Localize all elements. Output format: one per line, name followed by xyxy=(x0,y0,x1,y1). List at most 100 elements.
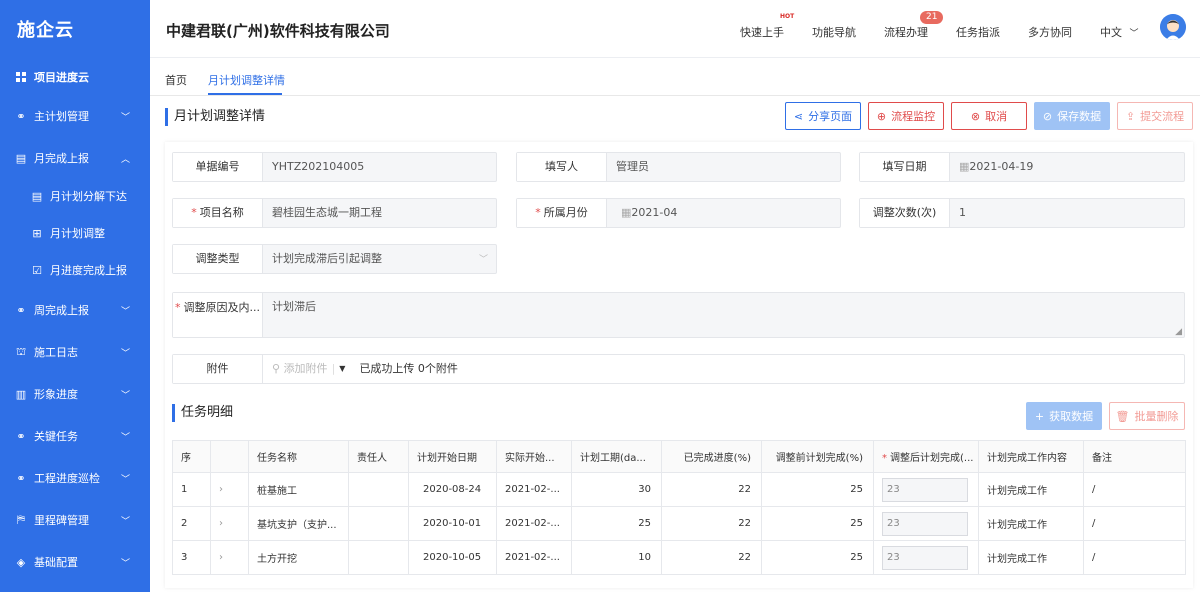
sidebar-item-milestone[interactable]: ⛿ 里程碑管理 ﹀ xyxy=(0,502,150,538)
sidebar-item-monthly-progress-report[interactable]: ☑ 月进度完成上报 xyxy=(0,252,150,288)
sidebar-item-inspection[interactable]: ⚭ 工程进度巡检 ﹀ xyxy=(0,460,150,496)
plus-icon: + xyxy=(1034,409,1045,423)
reason-field[interactable]: * 调整原因及内... 计划滞后 ◢ xyxy=(172,292,1185,338)
org-icon: ⚭ xyxy=(16,429,26,443)
chevron-down-icon: ﹀ xyxy=(120,348,130,359)
nav-func-nav[interactable]: 功能导航 xyxy=(812,24,856,40)
fetch-data-button[interactable]: + 获取数据 xyxy=(1026,402,1102,430)
expand-icon[interactable]: › xyxy=(210,506,249,541)
chevron-down-icon: ﹀ xyxy=(478,255,488,265)
cell-done: 22 xyxy=(661,540,762,575)
fetch-label: 获取数据 xyxy=(1049,410,1094,423)
topbar: 中建君联(广州)软件科技有限公司 HOT 快速上手 功能导航 21 流程办理 任… xyxy=(150,0,1200,58)
monitor-label: 流程监控 xyxy=(891,110,936,123)
table-row[interactable]: 3 › 土方开挖 2020-10-05 2021-02-... 10 22 25… xyxy=(172,540,1186,575)
adjust-count-field: 调整次数(次) 1 xyxy=(859,198,1185,228)
expand-icon[interactable]: › xyxy=(210,472,249,507)
resize-handle-icon[interactable]: ◢ xyxy=(1175,327,1182,337)
cell-remark: / xyxy=(1083,506,1186,541)
language-select[interactable]: 中文 ﹀ xyxy=(1100,24,1139,40)
add-attachment-button[interactable]: ⚲ 添加附件 xyxy=(272,355,328,383)
attachment-field: 附件 ⚲ 添加附件 | ▼ 已成功上传 0个附件 xyxy=(172,354,1185,384)
org-icon: ⚭ xyxy=(16,109,26,123)
adjust-type-select[interactable]: 调整类型 计划完成滞后引起调整 ﹀ xyxy=(172,244,497,274)
upload-icon: ⇪ xyxy=(1125,109,1136,123)
table-row[interactable]: 1 › 桩基施工 2020-08-24 2021-02-... 30 22 25… xyxy=(172,472,1186,507)
tab-adjust-detail[interactable]: 月计划调整详情 xyxy=(208,72,285,88)
after-input[interactable]: 23 xyxy=(882,511,968,536)
project-field[interactable]: * 项目名称 碧桂园生态城一期工程 xyxy=(172,198,497,228)
share-button[interactable]: ⋖ 分享页面 xyxy=(785,102,861,130)
cancel-button[interactable]: ⊗ 取消 xyxy=(951,102,1027,130)
sidebar-item-label: 月计划分解下达 xyxy=(50,190,127,203)
sidebar-item-project-progress[interactable]: 项目进度云 xyxy=(0,59,150,95)
after-input[interactable]: 23 xyxy=(882,545,968,570)
check-circle-icon: ⊘ xyxy=(1042,109,1053,123)
col-header: * 调整后计划完成(... xyxy=(873,440,979,473)
reason-value[interactable]: 计划滞后 xyxy=(263,293,1184,337)
sidebar: 施企云 项目进度云 ⚭ 主计划管理 ﹀ ▤ 月完成上报 ︿ ▤ 月计划分解下达 … xyxy=(0,0,150,592)
nav-quick-start[interactable]: 快速上手 xyxy=(740,24,784,40)
sidebar-item-base-config[interactable]: ◈ 基础配置 ﹀ xyxy=(0,544,150,580)
cell-no: 1 xyxy=(172,472,211,507)
filler-field: 填写人 管理员 xyxy=(516,152,841,182)
chevron-down-icon: ﹀ xyxy=(120,306,130,317)
adjust-type-label: 调整类型 xyxy=(173,245,263,273)
sidebar-item-monthly-decompose[interactable]: ▤ 月计划分解下达 xyxy=(0,178,150,214)
sidebar-item-monthly-adjust[interactable]: ⊞ 月计划调整 xyxy=(0,215,150,251)
submit-label: 提交流程 xyxy=(1140,110,1185,123)
nav-collab[interactable]: 多方协同 xyxy=(1028,24,1072,40)
attachment-label: 附件 xyxy=(173,355,263,383)
tab-home[interactable]: 首页 xyxy=(165,72,187,88)
nav-process[interactable]: 流程办理 xyxy=(884,24,928,40)
company-name: 中建君联(广州)软件科技有限公司 xyxy=(166,22,390,40)
avatar[interactable] xyxy=(1160,14,1186,40)
sidebar-item-master-plan[interactable]: ⚭ 主计划管理 ﹀ xyxy=(0,98,150,134)
sidebar-item-key-tasks[interactable]: ⚭ 关键任务 ﹀ xyxy=(0,418,150,454)
form-card: 单据编号 YHTZ202104005 填写人 管理员 填写日期 ▦2021-04… xyxy=(165,142,1193,588)
required-mark: * xyxy=(882,453,887,464)
batch-delete-button[interactable]: 🗑 批量删除 xyxy=(1109,402,1185,430)
document-icon: ▤ xyxy=(15,151,27,165)
adjust-count-label: 调整次数(次) xyxy=(860,199,950,227)
cell-no: 2 xyxy=(172,506,211,541)
chevron-down-icon: ﹀ xyxy=(120,112,130,123)
monitor-button[interactable]: ⊕ 流程监控 xyxy=(868,102,944,130)
save-button[interactable]: ⊘ 保存数据 xyxy=(1034,102,1110,130)
adjust-type-value: 计划完成滞后引起调整 xyxy=(272,252,382,265)
cell-after: 23 xyxy=(873,540,979,575)
caret-down-icon[interactable]: ▼ xyxy=(339,355,345,383)
fill-date-label: 填写日期 xyxy=(860,153,950,181)
cell-plan-start: 2020-10-05 xyxy=(408,540,497,575)
chevron-down-icon: ﹀ xyxy=(120,516,130,527)
reason-label-text: 调整原因及内... xyxy=(183,301,261,314)
after-input[interactable]: 23 xyxy=(882,477,968,502)
cell-before: 25 xyxy=(761,472,874,507)
sidebar-item-construction-log[interactable]: ⛫ 施工日志 ﹀ xyxy=(0,334,150,370)
divider: | xyxy=(331,362,336,375)
cell-duration: 10 xyxy=(571,540,662,575)
add-attachment-label: 添加附件 xyxy=(283,362,328,375)
share-icon: ⋖ xyxy=(793,109,804,123)
cell-done: 22 xyxy=(661,472,762,507)
col-header: 备注 xyxy=(1083,440,1186,473)
reason-label: * 调整原因及内... xyxy=(173,293,263,337)
submit-button[interactable]: ⇪ 提交流程 xyxy=(1117,102,1193,130)
nav-task-assign[interactable]: 任务指派 xyxy=(956,24,1000,40)
cell-remark: / xyxy=(1083,540,1186,575)
expand-icon[interactable]: › xyxy=(210,540,249,575)
batch-delete-label: 批量删除 xyxy=(1134,410,1179,423)
sidebar-item-weekly-report[interactable]: ⚭ 周完成上报 ﹀ xyxy=(0,292,150,328)
sidebar-item-label: 形象进度 xyxy=(34,388,78,401)
col-header: 计划工期(da... xyxy=(571,440,662,473)
filler-label: 填写人 xyxy=(517,153,607,181)
month-field[interactable]: * 所属月份 ▦2021-04 xyxy=(516,198,841,228)
cell-remark: / xyxy=(1083,472,1186,507)
sidebar-item-label: 月计划调整 xyxy=(50,227,105,240)
list-icon: ▤ xyxy=(31,189,43,203)
save-label: 保存数据 xyxy=(1057,110,1102,123)
table-row[interactable]: 2 › 基坑支护（支护... 2020-10-01 2021-02-... 25… xyxy=(172,506,1186,541)
sidebar-item-monthly-report[interactable]: ▤ 月完成上报 ︿ xyxy=(0,140,150,176)
layers-icon: ◈ xyxy=(16,555,26,569)
sidebar-item-image-progress[interactable]: ▥ 形象进度 ﹀ xyxy=(0,376,150,412)
